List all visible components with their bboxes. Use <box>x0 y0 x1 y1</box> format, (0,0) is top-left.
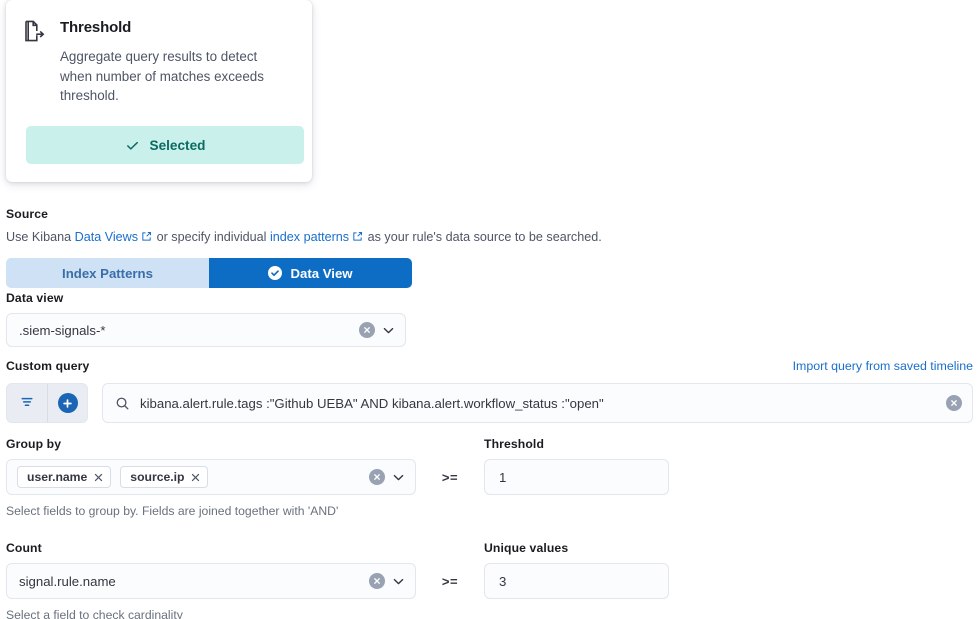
count-section: Count signal.rule.name Select a field to… <box>6 540 416 619</box>
threshold-input[interactable]: 1 <box>484 459 669 495</box>
unique-values-label: Unique values <box>484 541 569 555</box>
query-bar-row: kibana.alert.rule.tags :"Github UEBA" AN… <box>6 383 973 423</box>
query-filter-buttons <box>6 383 88 423</box>
group-by-pill[interactable]: source.ip <box>120 466 209 488</box>
unique-values-input[interactable]: 3 <box>484 563 669 599</box>
custom-query-input[interactable]: kibana.alert.rule.tags :"Github UEBA" AN… <box>102 383 973 423</box>
group-by-threshold-row: Group by user.name source.ip Select fiel… <box>6 436 973 519</box>
remove-pill-icon[interactable] <box>191 473 200 482</box>
count-actions <box>369 573 415 589</box>
group-by-actions <box>369 469 415 485</box>
custom-query-header: Custom query Import query from saved tim… <box>6 358 973 374</box>
data-view-value: .siem-signals-* <box>19 322 106 338</box>
group-by-pill-label: user.name <box>27 470 88 484</box>
clear-circle-icon[interactable] <box>369 469 385 485</box>
unique-values-value: 3 <box>499 573 507 589</box>
group-threshold-flex: Group by user.name source.ip Select fiel… <box>6 436 973 519</box>
source-description: Use Kibana Data Views or specify individ… <box>6 229 973 247</box>
threshold-section: Threshold 1 <box>484 436 669 495</box>
plus-icon <box>57 393 78 413</box>
group-by-pill[interactable]: user.name <box>17 466 112 488</box>
custom-query-actions <box>946 395 972 411</box>
count-help: Select a field to check cardinality <box>6 608 183 619</box>
count-value: signal.rule.name <box>19 573 116 589</box>
threshold-label: Threshold <box>484 437 545 451</box>
count-label: Count <box>6 541 42 555</box>
import-query-link[interactable]: Import query from saved timeline <box>793 359 973 373</box>
toggle-data-view-label: Data View <box>290 265 353 281</box>
external-link-icon <box>352 230 363 247</box>
source-section: Source Use Kibana Data Views or specify … <box>6 206 973 288</box>
source-type-toggle: Index Patterns Data View <box>6 258 412 288</box>
clear-circle-icon[interactable] <box>369 573 385 589</box>
toggle-data-view[interactable]: Data View <box>209 258 412 288</box>
rule-definition-page: Threshold Aggregate query results to det… <box>0 0 979 619</box>
threshold-operator-label: >= <box>441 469 459 485</box>
unique-values-operator: >= <box>416 563 484 599</box>
index-patterns-link[interactable]: index patterns <box>270 230 349 244</box>
toggle-index-patterns-label: Index Patterns <box>62 265 153 281</box>
group-by-pill-label: source.ip <box>130 470 185 484</box>
rule-card-body: Threshold Aggregate query results to det… <box>60 16 290 106</box>
threshold-value: 1 <box>499 469 507 485</box>
chevron-down-icon[interactable] <box>392 471 405 484</box>
add-filter-button[interactable] <box>47 384 87 422</box>
rule-card-description: Aggregate query results to detect when n… <box>60 49 264 103</box>
group-by-combobox[interactable]: user.name source.ip <box>6 459 416 495</box>
source-desc-before: Use Kibana <box>6 230 75 244</box>
chevron-down-icon[interactable] <box>392 575 405 588</box>
document-export-icon <box>22 18 48 44</box>
rule-type-card-threshold[interactable]: Threshold Aggregate query results to det… <box>6 0 312 182</box>
source-label: Source <box>6 207 49 221</box>
data-view-actions <box>359 322 405 338</box>
group-by-label: Group by <box>6 437 62 451</box>
clear-circle-icon[interactable] <box>946 395 962 411</box>
check-circle-icon <box>268 266 283 280</box>
unique-values-section: Unique values 3 <box>484 540 669 599</box>
group-by-help: Select fields to group by. Fields are jo… <box>6 504 339 518</box>
check-icon <box>125 138 140 153</box>
unique-values-operator-label: >= <box>441 573 459 589</box>
chevron-down-icon[interactable] <box>382 324 395 337</box>
threshold-operator: >= <box>416 459 484 495</box>
count-unique-row: Count signal.rule.name Select a field to… <box>6 540 973 619</box>
source-desc-middle: or specify individual <box>153 230 270 244</box>
data-views-link[interactable]: Data Views <box>75 230 138 244</box>
remove-pill-icon[interactable] <box>94 473 103 482</box>
toggle-index-patterns[interactable]: Index Patterns <box>6 258 209 288</box>
search-icon <box>103 396 130 411</box>
rule-card-title: Threshold <box>60 19 132 36</box>
count-combobox[interactable]: signal.rule.name <box>6 563 416 599</box>
data-view-select[interactable]: .siem-signals-* <box>6 313 406 347</box>
source-desc-after: as your rule's data source to be searche… <box>364 230 602 244</box>
group-by-section: Group by user.name source.ip Select fiel… <box>6 436 416 519</box>
data-view-label: Data view <box>6 291 64 305</box>
filter-icon <box>20 395 34 412</box>
group-by-pills: user.name source.ip <box>7 466 369 488</box>
custom-query-label: Custom query <box>6 359 90 373</box>
custom-query-value: kibana.alert.rule.tags :"Github UEBA" AN… <box>140 395 604 411</box>
count-unique-flex: Count signal.rule.name Select a field to… <box>6 540 973 619</box>
clear-circle-icon[interactable] <box>359 322 375 338</box>
rule-card-header: Threshold Aggregate query results to det… <box>22 16 296 106</box>
data-view-section: Data view .siem-signals-* <box>6 290 406 347</box>
rule-type-selected-label: Selected <box>149 137 206 153</box>
rule-type-selected-button[interactable]: Selected <box>26 126 304 164</box>
filter-options-button[interactable] <box>7 384 47 422</box>
custom-query-section: Custom query Import query from saved tim… <box>6 358 973 423</box>
external-link-icon <box>141 230 152 247</box>
